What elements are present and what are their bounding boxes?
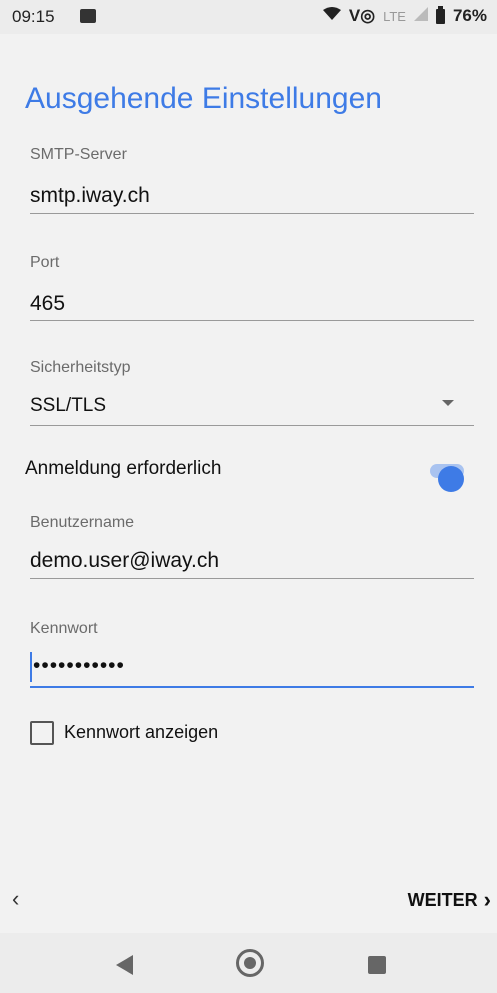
nav-back-icon[interactable] bbox=[116, 955, 133, 975]
smtp-server-underline bbox=[30, 213, 474, 214]
username-underline bbox=[30, 578, 474, 579]
status-time: 09:15 bbox=[12, 7, 55, 26]
toggle-knob[interactable] bbox=[438, 466, 464, 492]
username-field[interactable]: Benutzername demo.user@iway.ch bbox=[30, 514, 474, 579]
nav-home-icon[interactable] bbox=[236, 949, 264, 977]
auth-required-row[interactable]: Anmeldung erforderlich bbox=[25, 455, 474, 492]
password-underline bbox=[30, 686, 474, 688]
smtp-server-label: SMTP-Server bbox=[30, 146, 127, 163]
battery-icon bbox=[435, 5, 445, 24]
network-type-icon: LTE bbox=[383, 8, 406, 24]
security-type-field[interactable]: Sicherheitstyp SSL/TLS bbox=[30, 359, 474, 426]
next-button-label: WEITER bbox=[407, 889, 478, 910]
port-underline bbox=[30, 320, 474, 321]
auth-required-toggle[interactable] bbox=[430, 464, 464, 492]
port-label: Port bbox=[30, 254, 60, 271]
security-type-select[interactable]: SSL/TLS bbox=[30, 395, 106, 417]
username-label: Benutzername bbox=[30, 514, 135, 531]
password-input[interactable]: ••••••••••• bbox=[33, 654, 125, 678]
nav-recents-icon[interactable] bbox=[368, 956, 386, 974]
smtp-server-field[interactable]: SMTP-Server smtp.iway.ch bbox=[30, 146, 474, 214]
port-field[interactable]: Port 465 bbox=[30, 254, 474, 321]
text-cursor bbox=[30, 652, 32, 682]
port-input[interactable]: 465 bbox=[30, 292, 65, 316]
security-type-label: Sicherheitstyp bbox=[30, 359, 131, 376]
chevron-right-icon: › bbox=[483, 887, 491, 912]
password-label: Kennwort bbox=[30, 620, 98, 637]
volte-icon: V◎ bbox=[348, 6, 376, 25]
auth-required-label: Anmeldung erforderlich bbox=[25, 458, 222, 479]
security-type-underline bbox=[30, 425, 474, 426]
signal-icon bbox=[413, 6, 428, 26]
password-field[interactable]: Kennwort ••••••••••• bbox=[30, 620, 474, 688]
page-title: Ausgehende Einstellungen bbox=[25, 82, 382, 115]
username-input[interactable]: demo.user@iway.ch bbox=[30, 549, 219, 573]
smtp-server-input[interactable]: smtp.iway.ch bbox=[30, 184, 150, 208]
status-icons: V◎ LTE 76% bbox=[322, 5, 487, 26]
show-password-label[interactable]: Kennwort anzeigen bbox=[64, 722, 218, 743]
system-nav-bar bbox=[0, 933, 497, 993]
dropdown-arrow-icon[interactable] bbox=[442, 400, 454, 406]
battery-level: 76% bbox=[452, 6, 487, 25]
image-notification-icon bbox=[80, 9, 96, 23]
show-password-checkbox[interactable] bbox=[30, 721, 54, 745]
next-button[interactable]: WEITER › bbox=[408, 887, 491, 913]
status-bar: 09:15 V◎ LTE 76% bbox=[0, 0, 497, 34]
back-chevron-icon[interactable]: ‹ bbox=[12, 886, 19, 912]
wifi-icon bbox=[322, 6, 341, 26]
